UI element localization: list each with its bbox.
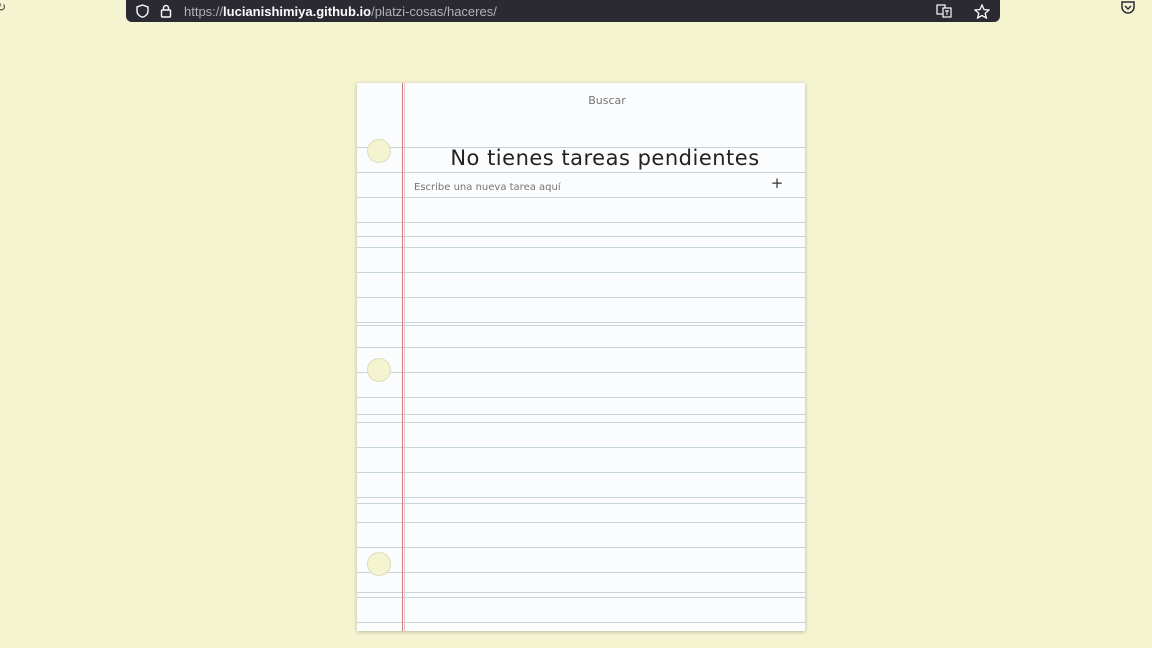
- url-host: lucianishimiya.github.io: [223, 3, 372, 19]
- lock-icon[interactable]: [158, 3, 174, 19]
- new-task-input[interactable]: [414, 179, 754, 195]
- empty-state-title: No tienes tareas pendientes: [450, 146, 760, 170]
- url-path: /platzi-cosas/haceres/: [371, 3, 497, 19]
- binder-hole-bottom: [367, 552, 391, 576]
- pocket-icon[interactable]: [1120, 0, 1136, 16]
- url-text[interactable]: https://lucianishimiya.github.io/platzi-…: [184, 4, 497, 19]
- notebook-page: No tienes tareas pendientes +: [357, 83, 805, 631]
- translate-icon[interactable]: [936, 3, 952, 19]
- binder-hole-middle: [367, 358, 391, 382]
- browser-toolbar: ↻ https://lucianishimiya.github.io/platz…: [0, 0, 1152, 26]
- shield-icon[interactable]: [134, 3, 150, 19]
- add-task-button[interactable]: +: [769, 174, 785, 192]
- url-bar[interactable]: https://lucianishimiya.github.io/platzi-…: [126, 0, 1000, 22]
- search-input[interactable]: [405, 93, 805, 108]
- margin-line: [402, 83, 403, 631]
- url-prefix: https://: [184, 3, 224, 19]
- binder-hole-top: [367, 139, 391, 163]
- star-icon[interactable]: [974, 3, 990, 19]
- reload-icon[interactable]: ↻: [0, 0, 6, 14]
- ruled-lines: [357, 147, 805, 631]
